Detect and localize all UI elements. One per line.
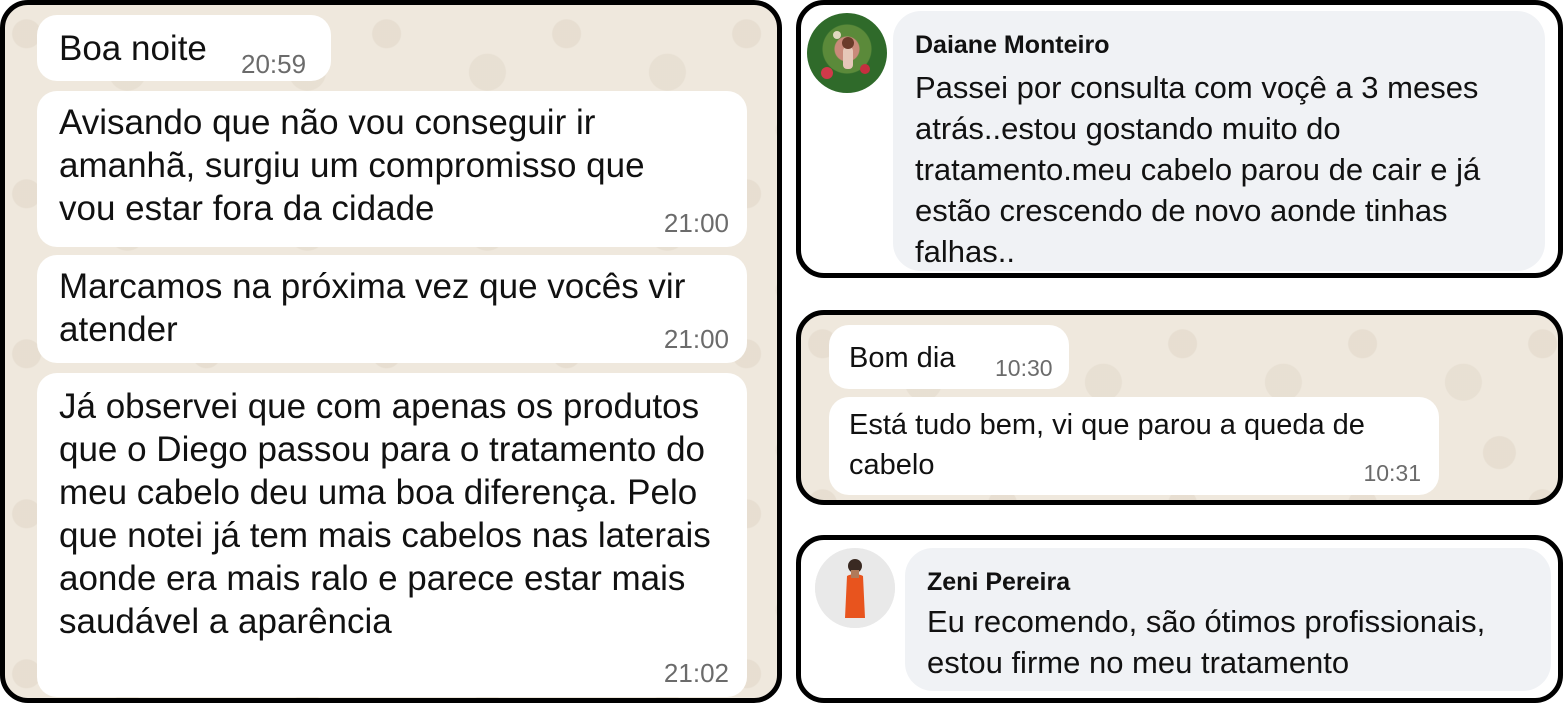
- message-time: 20:59: [241, 49, 307, 79]
- comment-text: Passei por consulta com voçê a 3 meses a…: [915, 70, 1481, 269]
- message-text: Marcamos na próxima vez que vocês vir at…: [59, 267, 686, 349]
- message-bubble[interactable]: Marcamos na próxima vez que vocês vir at…: [37, 255, 747, 363]
- profile-avatar[interactable]: [807, 13, 887, 93]
- message-bubble[interactable]: Está tudo bem, vi que parou a queda de c…: [829, 397, 1439, 495]
- message-time: 21:02: [663, 658, 729, 688]
- message-bubble[interactable]: Avisando que não vou conseguir ir amanhã…: [37, 91, 747, 247]
- message-time: 21:00: [663, 208, 729, 238]
- message-text: Bom dia: [849, 342, 956, 374]
- whatsapp-chat-panel-left: Boa noite 20:59 Avisando que não vou con…: [0, 0, 782, 703]
- profile-avatar[interactable]: [815, 548, 895, 628]
- message-time: 10:31: [1363, 460, 1421, 486]
- comment-bubble[interactable]: Zeni Pereira Eu recomendo, são ótimos pr…: [905, 548, 1551, 691]
- message-bubble[interactable]: Boa noite 20:59: [37, 15, 331, 81]
- avatar-woman-icon: [815, 548, 895, 628]
- facebook-comment-panel-zeni: Zeni Pereira Eu recomendo, são ótimos pr…: [796, 535, 1563, 703]
- message-text: Boa noite: [59, 29, 207, 68]
- message-bubble[interactable]: Bom dia 10:30: [829, 325, 1069, 389]
- commenter-name[interactable]: Daiane Monteiro: [915, 29, 1109, 61]
- message-text: Avisando que não vou conseguir ir amanhã…: [59, 103, 645, 228]
- message-text: Está tudo bem, vi que parou a queda de c…: [849, 409, 1365, 481]
- comment-bubble[interactable]: Daiane Monteiro Passei por consulta com …: [893, 11, 1545, 271]
- whatsapp-chat-panel-right: Bom dia 10:30 Está tudo bem, vi que paro…: [796, 310, 1563, 505]
- avatar-flowers-icon: [821, 31, 870, 79]
- message-text: Já observei que com apenas os produtos q…: [59, 387, 711, 641]
- comment-text: Eu recomendo, são ótimos profissionais, …: [927, 604, 1486, 680]
- message-time: 21:00: [663, 324, 729, 354]
- message-bubble[interactable]: Já observei que com apenas os produtos q…: [37, 373, 747, 697]
- commenter-name[interactable]: Zeni Pereira: [927, 566, 1070, 598]
- facebook-comment-panel-daiane: Daiane Monteiro Passei por consulta com …: [796, 0, 1563, 278]
- message-time: 10:30: [995, 355, 1053, 381]
